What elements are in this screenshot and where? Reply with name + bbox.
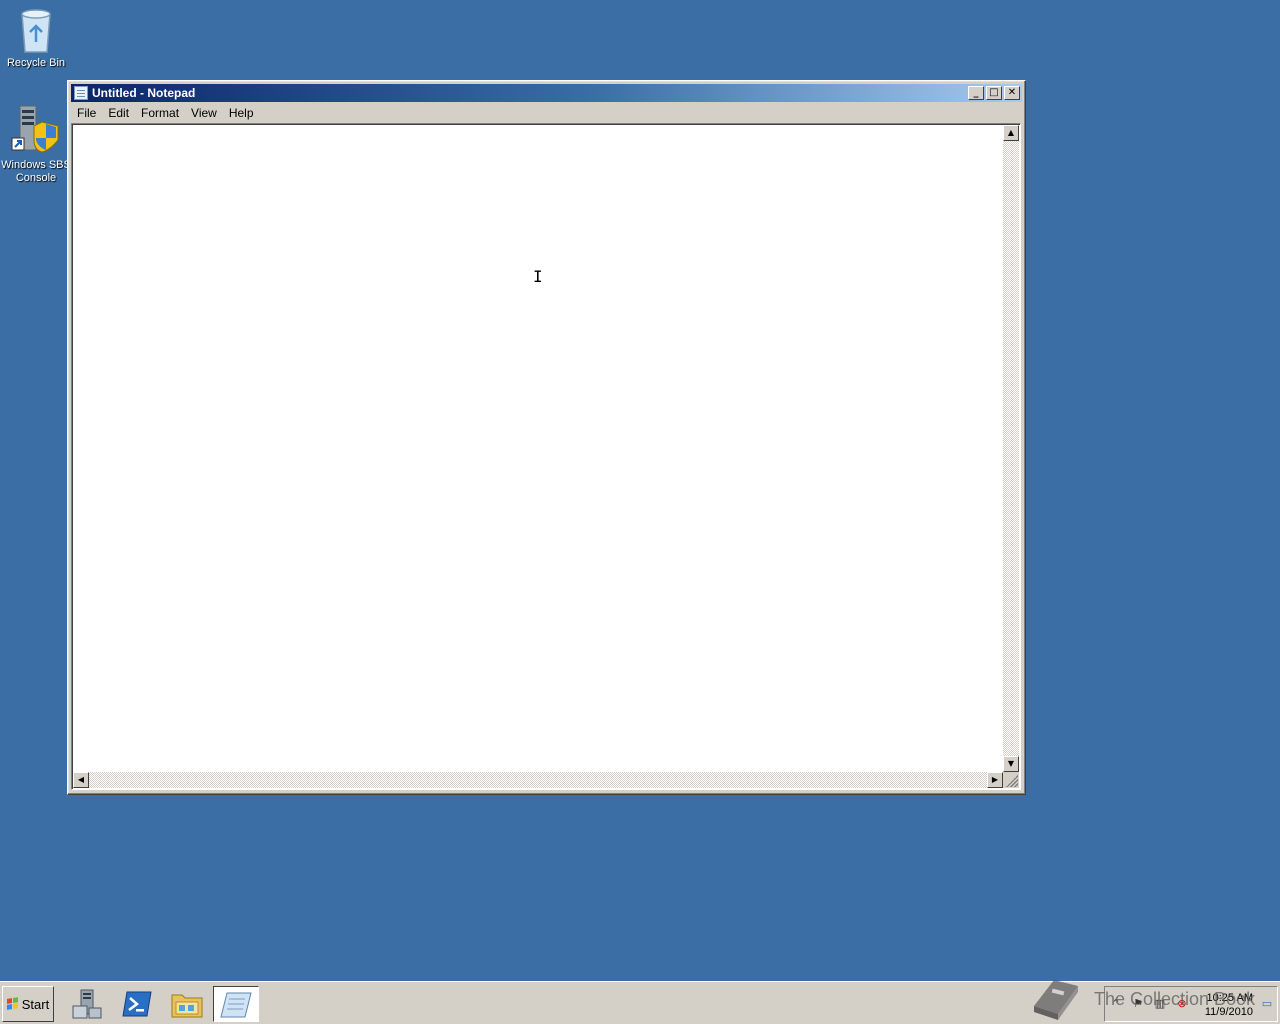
- scroll-up-button[interactable]: ▲: [1003, 125, 1019, 141]
- sbs-console-icon: [11, 105, 59, 153]
- network-icon[interactable]: ▥: [1153, 997, 1167, 1011]
- server-manager-icon: [72, 989, 102, 1019]
- arrow-down-icon: ▼: [1007, 759, 1015, 768]
- taskbar: Start ⌃ ⚑ ▥ ⊗ 10:25 AM 11/9/2010 ▭: [0, 981, 1280, 1024]
- minimize-button[interactable]: _: [968, 86, 984, 100]
- desktop-icon-label: Windows SBS Console: [1, 159, 71, 184]
- notepad-icon: [74, 86, 88, 100]
- minimize-icon: _: [973, 87, 979, 98]
- menu-edit[interactable]: Edit: [102, 106, 135, 120]
- show-desktop-icon[interactable]: ▭: [1259, 997, 1275, 1011]
- volume-muted-icon[interactable]: ⊗: [1175, 997, 1189, 1011]
- notepad-icon: [220, 992, 252, 1018]
- clock-time: 10:25 AM: [1206, 992, 1253, 1004]
- arrow-up-icon: ▲: [1007, 128, 1015, 137]
- clock[interactable]: 10:25 AM 11/9/2010: [1205, 991, 1253, 1019]
- start-button[interactable]: Start: [2, 986, 54, 1022]
- horizontal-scrollbar[interactable]: ◀ ▶: [73, 772, 1003, 788]
- windows-logo-icon: [6, 997, 19, 1011]
- text-editor[interactable]: [74, 126, 1002, 771]
- arrow-left-icon: ◀: [77, 775, 85, 784]
- menu-help[interactable]: Help: [223, 106, 260, 120]
- maximize-button[interactable]: □: [986, 86, 1002, 100]
- desktop-icon-sbs-console[interactable]: Windows SBS Console: [1, 104, 71, 185]
- action-center-flag-icon[interactable]: ⚑: [1131, 997, 1145, 1011]
- taskbar-server-manager[interactable]: [64, 986, 110, 1022]
- scroll-down-button[interactable]: ▼: [1003, 756, 1019, 772]
- desktop-icon-label: Recycle Bin: [6, 57, 66, 69]
- desktop-icon-recycle-bin[interactable]: Recycle Bin: [1, 6, 71, 70]
- scroll-left-button[interactable]: ◀: [73, 772, 89, 788]
- menu-view[interactable]: View: [185, 106, 223, 120]
- notepad-window[interactable]: Untitled - Notepad _ □ ✕ File Edit Forma…: [67, 80, 1026, 795]
- recycle-bin-icon: [21, 9, 51, 53]
- vertical-scrollbar[interactable]: ▲ ▼: [1003, 125, 1019, 772]
- title-bar[interactable]: Untitled - Notepad _ □ ✕: [71, 84, 1022, 102]
- close-icon: ✕: [1007, 87, 1017, 98]
- ibeam-cursor-icon: I: [533, 267, 543, 286]
- resize-grip[interactable]: [1003, 772, 1019, 788]
- taskbar-notepad[interactable]: [213, 986, 259, 1022]
- close-button[interactable]: ✕: [1004, 86, 1020, 100]
- text-editor-frame: ▲ ▼ ◀ ▶: [71, 123, 1021, 790]
- start-label: Start: [21, 996, 50, 1012]
- powershell-icon: [122, 991, 152, 1017]
- show-hidden-icons-icon[interactable]: ⌃: [1109, 997, 1123, 1011]
- menu-bar: File Edit Format View Help: [71, 103, 1022, 122]
- arrow-right-icon: ▶: [991, 775, 999, 784]
- taskbar-powershell[interactable]: [114, 986, 160, 1022]
- menu-format[interactable]: Format: [135, 106, 185, 120]
- windows-explorer-icon: [171, 994, 203, 1018]
- window-title: Untitled - Notepad: [92, 86, 196, 100]
- notification-area: ⌃ ⚑ ▥ ⊗ 10:25 AM 11/9/2010 ▭: [1104, 986, 1278, 1022]
- clock-date: 11/9/2010: [1204, 1006, 1253, 1018]
- taskbar-windows-explorer[interactable]: [164, 986, 210, 1022]
- maximize-icon: □: [989, 87, 999, 98]
- menu-file[interactable]: File: [71, 106, 102, 120]
- scroll-right-button[interactable]: ▶: [987, 772, 1003, 788]
